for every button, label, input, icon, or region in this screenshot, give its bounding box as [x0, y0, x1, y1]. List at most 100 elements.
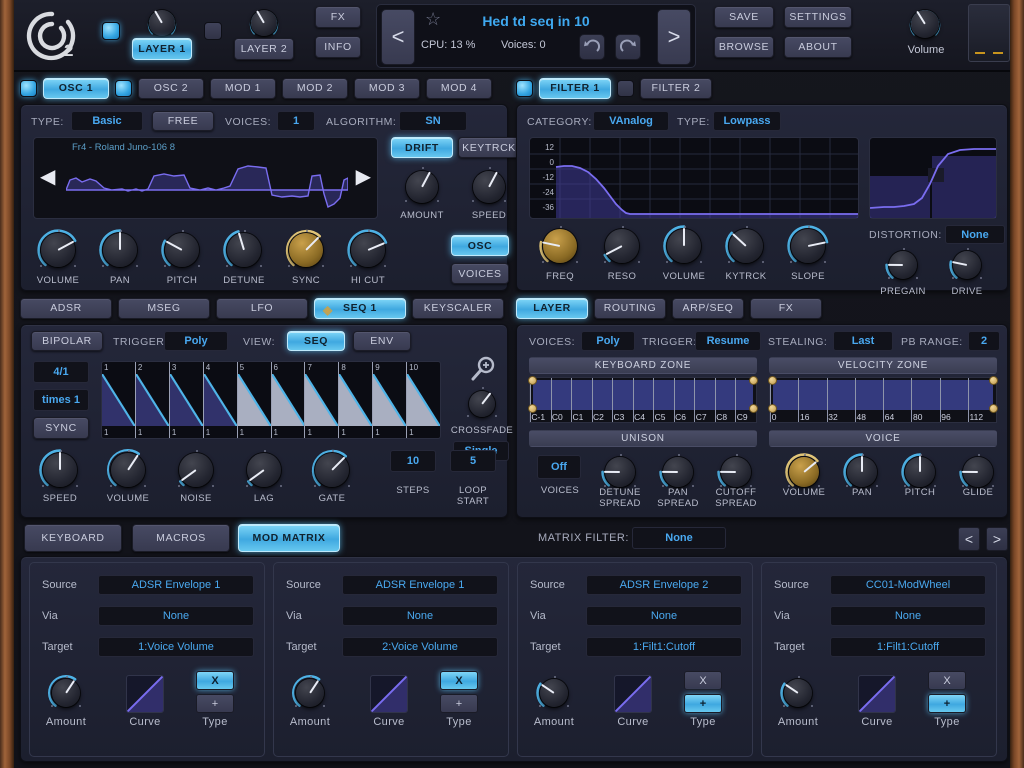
- pb-range-value[interactable]: 2: [968, 331, 1000, 351]
- undo-button[interactable]: [579, 34, 605, 60]
- seq-steps-value[interactable]: 10: [390, 450, 436, 472]
- tab-adsr[interactable]: ADSR: [20, 298, 112, 319]
- redo-button[interactable]: [615, 34, 641, 60]
- filter-freq-knob[interactable]: [539, 225, 581, 267]
- seq-lag-knob[interactable]: [243, 449, 285, 491]
- settings-button[interactable]: SETTINGS: [784, 6, 852, 28]
- tab-mod-matrix[interactable]: MOD MATRIX: [238, 524, 340, 552]
- drift-amount-knob[interactable]: [402, 167, 442, 207]
- layer-2-button[interactable]: LAYER 2: [234, 38, 294, 60]
- preset-next-button[interactable]: >: [657, 9, 691, 65]
- seq-times-value[interactable]: times 1: [33, 389, 89, 411]
- keyboard-zone-handle-low2[interactable]: [528, 404, 537, 413]
- mod-type-x-button[interactable]: X: [928, 671, 966, 690]
- seq-step[interactable]: 5 1: [238, 362, 272, 438]
- mod-type-plus-button[interactable]: +: [440, 694, 478, 713]
- mod-type-plus-button[interactable]: +: [684, 694, 722, 713]
- tab-layer[interactable]: LAYER: [516, 298, 588, 319]
- fx-button[interactable]: FX: [315, 6, 361, 28]
- mod-curve-display[interactable]: [126, 675, 164, 713]
- matrix-filter-value[interactable]: None: [632, 527, 726, 549]
- mod-curve-display[interactable]: [370, 675, 408, 713]
- osc1-led[interactable]: [20, 80, 37, 97]
- keyboard-zone-handle-low[interactable]: [528, 376, 537, 385]
- velocity-zone-handle-low[interactable]: [768, 376, 777, 385]
- mod-amount-knob[interactable]: [292, 675, 328, 711]
- mod-via-value[interactable]: None: [342, 606, 498, 626]
- mod-amount-knob[interactable]: [780, 675, 816, 711]
- osc-volume-knob[interactable]: [37, 229, 79, 271]
- mod-curve-display[interactable]: [858, 675, 896, 713]
- mod-amount-knob[interactable]: [536, 675, 572, 711]
- tab-filter-1[interactable]: FILTER 1: [539, 78, 611, 99]
- mod-amount-knob[interactable]: [48, 675, 84, 711]
- wave-prev-icon[interactable]: ◀: [40, 164, 55, 189]
- step-sequencer-grid[interactable]: 1 12 13 14 15: [101, 361, 441, 439]
- distortion-value[interactable]: None: [945, 225, 1005, 244]
- wave-display[interactable]: Fr4 - Roland Juno-106 8 ◀ ▶: [33, 137, 378, 219]
- osc2-led[interactable]: [115, 80, 132, 97]
- drift-speed-knob[interactable]: [469, 167, 509, 207]
- layer1-knob[interactable]: [145, 6, 179, 40]
- mod-target-value[interactable]: 1:Filt1:Cutoff: [586, 637, 742, 657]
- osc-voices-value[interactable]: 1: [277, 111, 315, 131]
- seq-loop-start-value[interactable]: 5: [450, 450, 496, 472]
- browse-button[interactable]: BROWSE: [714, 36, 774, 58]
- mod-via-value[interactable]: None: [830, 606, 986, 626]
- layer1-led[interactable]: [102, 22, 120, 40]
- voice-volume-knob[interactable]: [785, 453, 823, 491]
- tab-keyscaler[interactable]: KEYSCALER: [412, 298, 504, 319]
- unison-voices-value[interactable]: Off: [537, 455, 581, 479]
- tab-filter-2[interactable]: FILTER 2: [640, 78, 712, 99]
- filter-kytrck-knob[interactable]: [725, 225, 767, 267]
- tab-mod-3[interactable]: MOD 3: [354, 78, 420, 99]
- keyboard-zone-range[interactable]: C-1C0C1C2C3C4C5C6C7C8C9: [529, 377, 757, 423]
- filter-reso-knob[interactable]: [601, 225, 643, 267]
- tab-macros[interactable]: MACROS: [132, 524, 230, 552]
- bipolar-button[interactable]: BIPOLAR: [31, 331, 103, 351]
- tab-mseg[interactable]: MSEG: [118, 298, 210, 319]
- layer-trigger-value[interactable]: Resume: [695, 331, 761, 351]
- osc-mode-button[interactable]: OSC: [451, 235, 509, 256]
- seq-rate-value[interactable]: 4/1: [33, 361, 89, 383]
- filter-response-graph[interactable]: 12 0 -12 -24 -36: [529, 137, 859, 219]
- seq-speed-knob[interactable]: [39, 449, 81, 491]
- voice-glide-knob[interactable]: [959, 453, 997, 491]
- seq-noise-knob[interactable]: [175, 449, 217, 491]
- layer-voices-value[interactable]: Poly: [581, 331, 635, 351]
- mod-via-value[interactable]: None: [98, 606, 254, 626]
- seq-step[interactable]: 3 1: [170, 362, 204, 438]
- filter-slope-knob[interactable]: [787, 225, 829, 267]
- tab-layer-fx[interactable]: FX: [750, 298, 822, 319]
- mod-target-value[interactable]: 2:Voice Volume: [342, 637, 498, 657]
- preset-name[interactable]: Hed td seq in 10: [377, 13, 695, 29]
- mod-curve-display[interactable]: [614, 675, 652, 713]
- crossfade-knob[interactable]: [465, 387, 499, 421]
- mod-type-x-button[interactable]: X: [440, 671, 478, 690]
- filter-category-value[interactable]: VAnalog: [593, 111, 669, 131]
- layer-stealing-value[interactable]: Last: [833, 331, 893, 351]
- tab-seq-1[interactable]: ◈ SEQ 1: [314, 298, 406, 319]
- dist-pregain-knob[interactable]: [885, 247, 921, 283]
- filter1-led[interactable]: [516, 80, 533, 97]
- mod-type-x-button[interactable]: X: [684, 671, 722, 690]
- seq-gate-knob[interactable]: [311, 449, 353, 491]
- keytrck-button[interactable]: KEYTRCK: [458, 137, 520, 158]
- tab-lfo[interactable]: LFO: [216, 298, 308, 319]
- mod-target-value[interactable]: 1:Filt1:Cutoff: [830, 637, 986, 657]
- osc-free-button[interactable]: FREE: [152, 111, 214, 131]
- voice-pitch-knob[interactable]: [901, 453, 939, 491]
- velocity-zone-handle-low2[interactable]: [768, 404, 777, 413]
- seq-step[interactable]: 10 1: [407, 362, 440, 438]
- seq-trigger-value[interactable]: Poly: [164, 331, 228, 351]
- tab-mod-1[interactable]: MOD 1: [210, 78, 276, 99]
- mod-via-value[interactable]: None: [586, 606, 742, 626]
- seq-step[interactable]: 8 1: [339, 362, 373, 438]
- osc-pitch-knob[interactable]: [161, 229, 203, 271]
- seq-step[interactable]: 6 1: [272, 362, 306, 438]
- osc-hi-cut-knob[interactable]: [347, 229, 389, 271]
- layer2-knob[interactable]: [247, 6, 281, 40]
- seq-step[interactable]: 9 1: [373, 362, 407, 438]
- tab-osc-2[interactable]: OSC 2: [138, 78, 204, 99]
- velocity-zone-handle-high[interactable]: [989, 376, 998, 385]
